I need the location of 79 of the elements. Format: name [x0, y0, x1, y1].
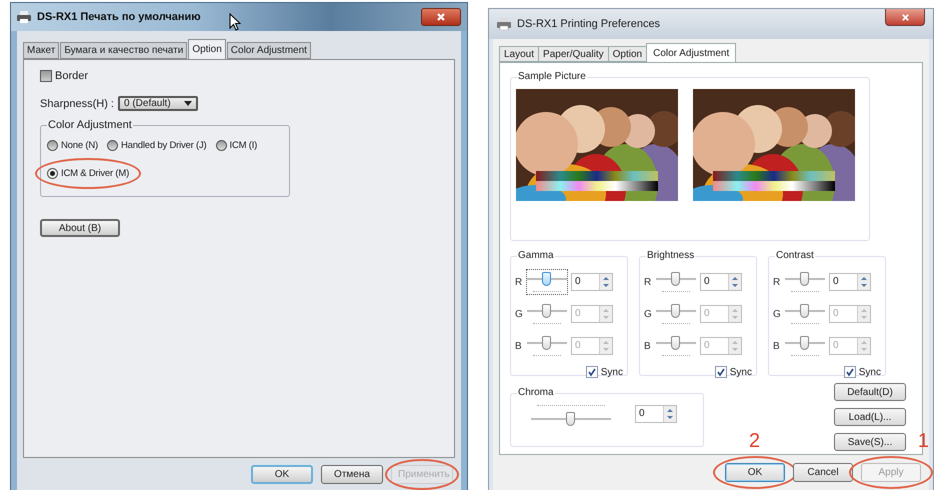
- group-title: Brightness: [646, 250, 696, 261]
- dialog-button[interactable]: Save(S)...: [834, 433, 906, 451]
- number-spinner[interactable]: 0: [635, 405, 677, 423]
- radio-button[interactable]: [47, 140, 58, 151]
- slider[interactable]: [527, 270, 567, 294]
- tab[interactable]: Макет: [23, 42, 60, 59]
- about-button[interactable]: About (B): [40, 219, 120, 237]
- channel-label: G: [644, 308, 652, 320]
- spin-arrows-icon: [860, 274, 868, 290]
- callout-number: 2: [749, 431, 760, 451]
- channel-label: R: [644, 276, 652, 288]
- radio-label: None (N): [61, 140, 98, 151]
- channel-label: G: [773, 308, 781, 320]
- close-icon: [436, 12, 446, 22]
- dialog-button[interactable]: Отмена: [321, 464, 383, 484]
- dialog-button[interactable]: Load(L)...: [834, 408, 906, 426]
- window-title: DS-RX1 Printing Preferences: [517, 18, 660, 30]
- group-title: Sample Picture: [517, 71, 587, 82]
- spin-arrows-icon: [602, 338, 610, 354]
- tab[interactable]: Бумага и качество печати: [60, 42, 188, 59]
- spin-arrows-icon: [602, 306, 610, 322]
- checkbox-label: Sync: [600, 366, 623, 378]
- spin-arrows-icon: [731, 306, 739, 322]
- checkbox[interactable]: [844, 366, 856, 378]
- printer-icon: [497, 18, 511, 30]
- radio-button[interactable]: [216, 140, 227, 151]
- checkbox-label: Sync: [858, 366, 881, 378]
- field-label: Sharpness(H) :: [40, 98, 114, 110]
- radio-label: Handled by Driver (J): [120, 140, 207, 151]
- caret-icon: [184, 101, 192, 106]
- mouse-cursor-icon: [229, 13, 241, 31]
- channel-label: R: [515, 276, 523, 288]
- spin-arrows-icon: [860, 306, 868, 322]
- channel-label: G: [515, 308, 523, 320]
- slider[interactable]: [785, 270, 825, 294]
- group-title: Color Adjustment: [47, 119, 133, 131]
- spin-arrows-icon: [860, 338, 868, 354]
- group-title: Contrast: [775, 250, 815, 261]
- callout-number: 1: [918, 431, 929, 451]
- tab[interactable]: Layout: [499, 46, 540, 62]
- channel-label: B: [644, 340, 652, 352]
- dialog-button[interactable]: Default(D): [834, 383, 906, 401]
- radio-button[interactable]: [47, 168, 58, 179]
- tab[interactable]: Option: [188, 39, 226, 59]
- checkbox-label: Sync: [730, 366, 752, 378]
- radio-button[interactable]: [106, 140, 118, 151]
- spin-arrows-icon: [602, 274, 610, 290]
- slider[interactable]: [656, 270, 696, 294]
- number-spinner[interactable]: 0: [571, 273, 613, 291]
- tab[interactable]: Option: [608, 46, 648, 62]
- close-icon: [900, 12, 910, 22]
- tab[interactable]: Paper/Quality: [538, 46, 609, 62]
- radio-label: ICM (I): [230, 140, 258, 151]
- dialog-button[interactable]: OK: [725, 463, 785, 482]
- checkbox[interactable]: [40, 70, 52, 82]
- close-button[interactable]: [885, 9, 925, 26]
- spin-arrows-icon: [666, 406, 674, 422]
- checkbox-label: Border: [55, 70, 88, 82]
- number-spinner[interactable]: 0: [829, 273, 871, 291]
- sharpness-dropdown[interactable]: 0 (Default): [118, 96, 198, 111]
- checkbox[interactable]: [586, 366, 598, 378]
- dialog-button[interactable]: Cancel: [793, 463, 853, 482]
- slider[interactable]: [531, 402, 611, 426]
- tab[interactable]: Color Adjustment: [646, 43, 736, 62]
- printer-icon: [17, 11, 31, 23]
- window-title: DS-RX1 Печать по умолчанию: [37, 11, 201, 23]
- radio-label: ICM & Driver (M): [61, 168, 130, 179]
- channel-label: B: [515, 340, 523, 352]
- number-spinner[interactable]: 0: [700, 273, 742, 291]
- checkbox[interactable]: [714, 366, 727, 378]
- tab[interactable]: Color Adjustment: [226, 42, 311, 59]
- channel-label: R: [773, 276, 781, 288]
- channel-label: B: [773, 340, 781, 352]
- group-title: Chroma: [517, 387, 555, 398]
- spin-arrows-icon: [731, 338, 739, 354]
- close-button[interactable]: [421, 8, 461, 26]
- spin-arrows-icon: [731, 274, 739, 290]
- group-title: Gamma: [517, 250, 555, 261]
- dialog-button[interactable]: OK: [251, 464, 313, 484]
